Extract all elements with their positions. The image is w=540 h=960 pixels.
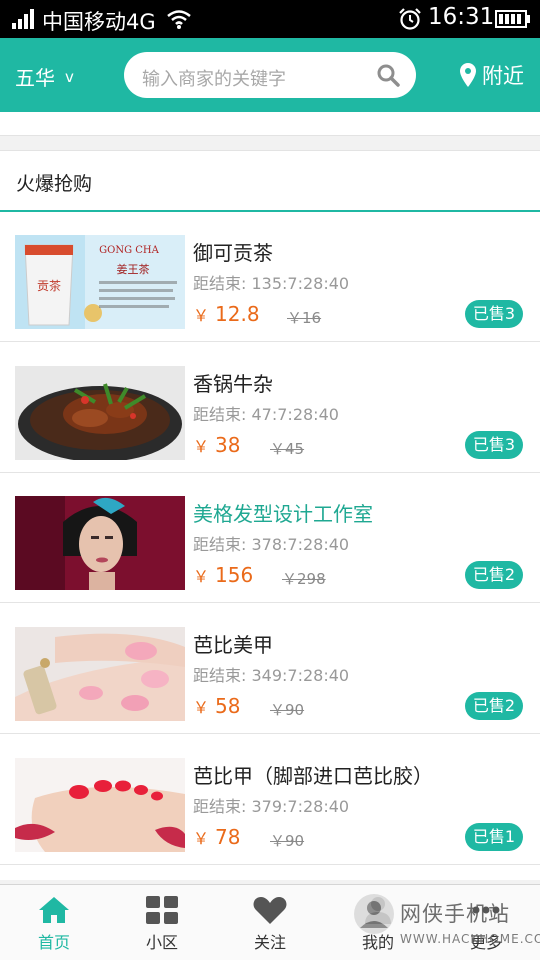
deal-price: ￥ 58 — [193, 694, 240, 718]
deal-price: ￥ 78 — [193, 825, 240, 849]
price-value: 156 — [215, 563, 254, 587]
sold-badge: 已售3 — [464, 300, 523, 328]
watermark-url: WWW.HACKHOME.COM — [400, 932, 540, 946]
deal-item[interactable]: 芭比甲（脚部进口芭比胶） 距结束: 379:7:28:40 ￥ 78 ￥90 已售… — [0, 735, 540, 865]
countdown-label: 距结束: — [193, 405, 247, 424]
grid-icon — [146, 896, 178, 924]
original-price: ￥16 — [287, 309, 322, 327]
top-strip — [0, 112, 540, 136]
deal-image-tea: 贡茶 GONG CHA 姜王茶 — [15, 235, 185, 329]
deal-price: ￥ 12.8 — [193, 302, 260, 326]
currency-symbol: ￥ — [193, 437, 210, 456]
sold-badge: 已售2 — [464, 561, 523, 589]
tab-label: 首页 — [37, 933, 70, 952]
signal-icon — [12, 9, 34, 29]
status-bar: 中国移动4G 16:31 — [0, 0, 540, 38]
deal-item[interactable]: 贡茶 GONG CHA 姜王茶 御可贡茶 距结束: 135:7:28:40 ￥ 1… — [0, 212, 540, 342]
section-title: 火爆抢购 — [16, 173, 93, 195]
deal-image-pedicure — [15, 758, 185, 852]
deal-countdown: 距结束: 47:7:28:40 — [193, 401, 339, 425]
sold-badge: 已售1 — [464, 823, 523, 851]
deal-item[interactable]: 香锅牛杂 距结束: 47:7:28:40 ￥ 38 ￥45 已售3 — [0, 343, 540, 473]
search-placeholder: 输入商家的关键字 — [142, 69, 286, 90]
nearby-label: 附近 — [482, 64, 524, 88]
tab-community[interactable]: 小区 — [108, 895, 216, 953]
deal-name: 芭比甲（脚部进口芭比胶） — [193, 764, 433, 788]
nearby-button[interactable]: 附近 — [460, 60, 524, 90]
location-pin-icon — [460, 63, 476, 87]
deal-price: ￥ 156 — [193, 563, 253, 587]
tab-label: 小区 — [145, 933, 178, 952]
deal-countdown: 距结束: 378:7:28:40 — [193, 531, 349, 555]
deal-image-manicure — [15, 627, 185, 721]
countdown-value: 379:7:28:40 — [251, 797, 350, 816]
watermark-logo — [354, 894, 394, 934]
deal-name: 美格发型设计工作室 — [193, 502, 373, 526]
chevron-down-icon: v — [65, 67, 74, 86]
countdown-value: 378:7:28:40 — [251, 535, 350, 554]
clock-time: 16:31 — [428, 4, 495, 30]
deal-item[interactable]: 芭比美甲 距结束: 349:7:28:40 ￥ 58 ￥90 已售2 — [0, 604, 540, 734]
deal-item[interactable]: 美格发型设计工作室 距结束: 378:7:28:40 ￥ 156 ￥298 已售2 — [0, 473, 540, 603]
watermark-text: 网侠手机站 — [400, 902, 510, 926]
deal-name: 芭比美甲 — [193, 633, 273, 657]
city-selector[interactable]: 五华 v — [15, 62, 74, 91]
price-value: 38 — [215, 433, 241, 457]
city-name: 五华 — [15, 66, 55, 90]
tab-home[interactable]: 首页 — [0, 895, 108, 953]
countdown-value: 349:7:28:40 — [251, 666, 350, 685]
alarm-icon — [399, 8, 421, 30]
countdown-value: 135:7:28:40 — [251, 274, 350, 293]
watermark: 网侠手机站 WWW.HACKHOME.COM — [352, 890, 540, 956]
deal-countdown: 距结束: 135:7:28:40 — [193, 270, 349, 294]
countdown-label: 距结束: — [193, 535, 247, 554]
deal-countdown: 距结束: 379:7:28:40 — [193, 793, 349, 817]
price-value: 12.8 — [215, 302, 260, 326]
deal-image-hair-model — [15, 496, 185, 590]
currency-symbol: ￥ — [193, 567, 210, 586]
brand-text: GONG CHA — [99, 245, 159, 256]
product-text: 姜王茶 — [117, 262, 150, 276]
original-price: ￥90 — [270, 701, 305, 719]
tab-follow[interactable]: 关注 — [216, 895, 324, 953]
countdown-label: 距结束: — [193, 666, 247, 685]
sold-badge: 已售2 — [464, 692, 523, 720]
carrier-label: 中国移动4G — [42, 10, 156, 34]
tab-label: 关注 — [253, 933, 286, 952]
battery-icon — [495, 10, 530, 28]
price-value: 58 — [215, 694, 241, 718]
top-app-bar: 五华 v 输入商家的关键字 附近 — [0, 38, 540, 112]
deal-name: 香锅牛杂 — [193, 372, 273, 396]
currency-symbol: ￥ — [193, 698, 210, 717]
search-input[interactable]: 输入商家的关键字 — [124, 52, 416, 98]
deal-countdown: 距结束: 349:7:28:40 — [193, 662, 349, 686]
original-price: ￥90 — [270, 832, 305, 850]
search-icon[interactable] — [376, 63, 400, 87]
flash-sale-section: 火爆抢购 贡茶 GONG CHA 姜王茶 御可贡茶 距结束: 135:7:28: — [0, 150, 540, 880]
price-value: 78 — [215, 825, 241, 849]
sold-badge: 已售3 — [464, 431, 523, 459]
original-price: ￥298 — [282, 570, 326, 588]
currency-symbol: ￥ — [193, 306, 210, 325]
countdown-label: 距结束: — [193, 797, 247, 816]
heart-icon — [253, 897, 287, 924]
deal-name: 御可贡茶 — [193, 241, 273, 265]
home-icon — [39, 897, 69, 923]
deal-image-beef-pot — [15, 366, 185, 460]
deal-price: ￥ 38 — [193, 433, 240, 457]
cup-text: 贡茶 — [37, 278, 61, 293]
original-price: ￥45 — [270, 440, 305, 458]
countdown-label: 距结束: — [193, 274, 247, 293]
wifi-icon — [167, 10, 191, 29]
currency-symbol: ￥ — [193, 829, 210, 848]
countdown-value: 47:7:28:40 — [251, 405, 339, 424]
